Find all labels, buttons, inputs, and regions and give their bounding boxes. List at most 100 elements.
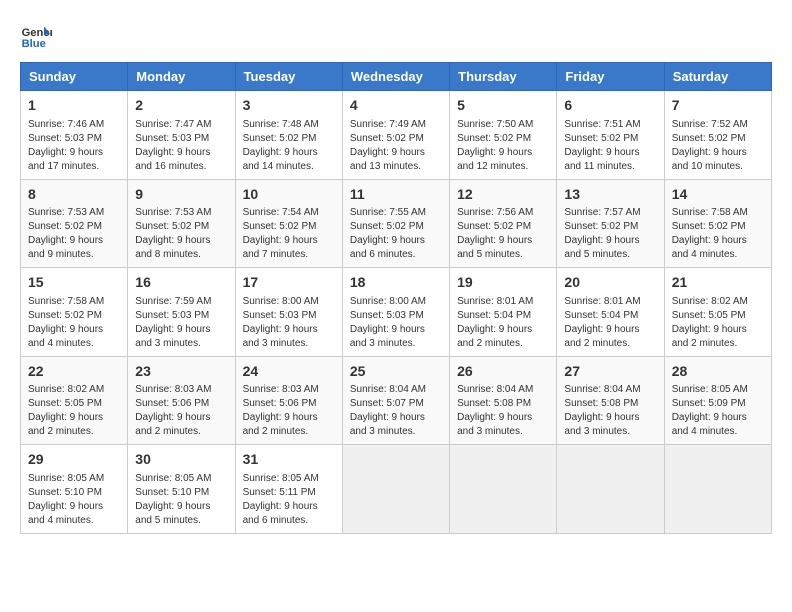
- calendar-cell: 26Sunrise: 8:04 AMSunset: 5:08 PMDayligh…: [450, 356, 557, 445]
- day-number: 16: [135, 273, 227, 293]
- calendar-table: SundayMondayTuesdayWednesdayThursdayFrid…: [20, 62, 772, 534]
- day-number: 18: [350, 273, 442, 293]
- day-info: Sunrise: 7:53 AMSunset: 5:02 PMDaylight:…: [135, 206, 227, 262]
- calendar-cell: 13Sunrise: 7:57 AMSunset: 5:02 PMDayligh…: [557, 179, 664, 268]
- day-number: 3: [243, 96, 335, 116]
- day-number: 25: [350, 362, 442, 382]
- day-info: Sunrise: 8:05 AMSunset: 5:11 PMDaylight:…: [243, 472, 335, 528]
- day-info: Sunrise: 8:00 AMSunset: 5:03 PMDaylight:…: [243, 295, 335, 351]
- day-info: Sunrise: 8:04 AMSunset: 5:08 PMDaylight:…: [564, 383, 656, 439]
- day-number: 11: [350, 185, 442, 205]
- calendar-cell: 8Sunrise: 7:53 AMSunset: 5:02 PMDaylight…: [21, 179, 128, 268]
- day-number: 1: [28, 96, 120, 116]
- day-number: 19: [457, 273, 549, 293]
- header-wednesday: Wednesday: [342, 63, 449, 91]
- day-number: 22: [28, 362, 120, 382]
- calendar-cell: 17Sunrise: 8:00 AMSunset: 5:03 PMDayligh…: [235, 268, 342, 357]
- page-header: General Blue: [20, 20, 772, 52]
- header-tuesday: Tuesday: [235, 63, 342, 91]
- day-number: 2: [135, 96, 227, 116]
- day-number: 13: [564, 185, 656, 205]
- day-number: 30: [135, 450, 227, 470]
- calendar-cell: 15Sunrise: 7:58 AMSunset: 5:02 PMDayligh…: [21, 268, 128, 357]
- calendar-cell: 1Sunrise: 7:46 AMSunset: 5:03 PMDaylight…: [21, 91, 128, 180]
- day-info: Sunrise: 8:00 AMSunset: 5:03 PMDaylight:…: [350, 295, 442, 351]
- day-info: Sunrise: 7:51 AMSunset: 5:02 PMDaylight:…: [564, 118, 656, 174]
- calendar-cell: 2Sunrise: 7:47 AMSunset: 5:03 PMDaylight…: [128, 91, 235, 180]
- calendar-cell: 5Sunrise: 7:50 AMSunset: 5:02 PMDaylight…: [450, 91, 557, 180]
- day-info: Sunrise: 7:53 AMSunset: 5:02 PMDaylight:…: [28, 206, 120, 262]
- calendar-header-row: SundayMondayTuesdayWednesdayThursdayFrid…: [21, 63, 772, 91]
- calendar-week-5: 29 Sunrise: 8:05 AMSunset: 5:10 PMDayligh…: [21, 445, 772, 534]
- day-number: 9: [135, 185, 227, 205]
- day-number: 26: [457, 362, 549, 382]
- day-number: 20: [564, 273, 656, 293]
- calendar-cell: 27Sunrise: 8:04 AMSunset: 5:08 PMDayligh…: [557, 356, 664, 445]
- day-number: 29: [28, 450, 120, 470]
- day-number: 28: [672, 362, 764, 382]
- day-number: 8: [28, 185, 120, 205]
- calendar-cell: 9Sunrise: 7:53 AMSunset: 5:02 PMDaylight…: [128, 179, 235, 268]
- day-info: Sunrise: 7:56 AMSunset: 5:02 PMDaylight:…: [457, 206, 549, 262]
- day-info: Sunrise: 7:49 AMSunset: 5:02 PMDaylight:…: [350, 118, 442, 174]
- calendar-cell: [664, 445, 771, 534]
- day-info: Sunrise: 7:50 AMSunset: 5:02 PMDaylight:…: [457, 118, 549, 174]
- day-number: 17: [243, 273, 335, 293]
- header-friday: Friday: [557, 63, 664, 91]
- day-info: Sunrise: 8:02 AMSunset: 5:05 PMDaylight:…: [672, 295, 764, 351]
- calendar-week-2: 8Sunrise: 7:53 AMSunset: 5:02 PMDaylight…: [21, 179, 772, 268]
- calendar-cell: 21Sunrise: 8:02 AMSunset: 5:05 PMDayligh…: [664, 268, 771, 357]
- calendar-cell: 25Sunrise: 8:04 AMSunset: 5:07 PMDayligh…: [342, 356, 449, 445]
- day-number: 12: [457, 185, 549, 205]
- day-number: 10: [243, 185, 335, 205]
- day-number: 5: [457, 96, 549, 116]
- svg-text:Blue: Blue: [22, 38, 46, 50]
- calendar-week-4: 22Sunrise: 8:02 AMSunset: 5:05 PMDayligh…: [21, 356, 772, 445]
- day-info: Sunrise: 8:04 AMSunset: 5:07 PMDaylight:…: [350, 383, 442, 439]
- day-info: Sunrise: 8:05 AMSunset: 5:10 PMDaylight:…: [135, 472, 227, 528]
- calendar-cell: 29Sunrise: 8:05 AMSunset: 5:10 PMDayligh…: [21, 445, 128, 534]
- day-info: Sunrise: 7:58 AMSunset: 5:02 PMDaylight:…: [672, 206, 764, 262]
- header-monday: Monday: [128, 63, 235, 91]
- calendar-cell: 10Sunrise: 7:54 AMSunset: 5:02 PMDayligh…: [235, 179, 342, 268]
- day-number: 4: [350, 96, 442, 116]
- day-info: Sunrise: 8:04 AMSunset: 5:08 PMDaylight:…: [457, 383, 549, 439]
- day-number: 14: [672, 185, 764, 205]
- calendar-cell: 30Sunrise: 8:05 AMSunset: 5:10 PMDayligh…: [128, 445, 235, 534]
- calendar-cell: 22Sunrise: 8:02 AMSunset: 5:05 PMDayligh…: [21, 356, 128, 445]
- day-number: 15: [28, 273, 120, 293]
- calendar-cell: 28Sunrise: 8:05 AMSunset: 5:09 PMDayligh…: [664, 356, 771, 445]
- logo: General Blue: [20, 20, 58, 52]
- calendar-cell: 24Sunrise: 8:03 AMSunset: 5:06 PMDayligh…: [235, 356, 342, 445]
- day-info: Sunrise: 8:05 AMSunset: 5:09 PMDaylight:…: [672, 383, 764, 439]
- calendar-cell: 7Sunrise: 7:52 AMSunset: 5:02 PMDaylight…: [664, 91, 771, 180]
- calendar-cell: 4Sunrise: 7:49 AMSunset: 5:02 PMDaylight…: [342, 91, 449, 180]
- calendar-cell: 14Sunrise: 7:58 AMSunset: 5:02 PMDayligh…: [664, 179, 771, 268]
- day-info: Sunrise: 7:46 AMSunset: 5:03 PMDaylight:…: [28, 118, 120, 174]
- calendar-week-1: 1Sunrise: 7:46 AMSunset: 5:03 PMDaylight…: [21, 91, 772, 180]
- day-info: Sunrise: 7:57 AMSunset: 5:02 PMDaylight:…: [564, 206, 656, 262]
- day-info: Sunrise: 7:55 AMSunset: 5:02 PMDaylight:…: [350, 206, 442, 262]
- day-info: Sunrise: 8:01 AMSunset: 5:04 PMDaylight:…: [457, 295, 549, 351]
- day-number: 7: [672, 96, 764, 116]
- day-info: Sunrise: 7:52 AMSunset: 5:02 PMDaylight:…: [672, 118, 764, 174]
- logo-icon: General Blue: [20, 20, 52, 52]
- day-info: Sunrise: 8:01 AMSunset: 5:04 PMDaylight:…: [564, 295, 656, 351]
- calendar-cell: [450, 445, 557, 534]
- calendar-cell: 11Sunrise: 7:55 AMSunset: 5:02 PMDayligh…: [342, 179, 449, 268]
- calendar-cell: 12Sunrise: 7:56 AMSunset: 5:02 PMDayligh…: [450, 179, 557, 268]
- day-info: Sunrise: 8:03 AMSunset: 5:06 PMDaylight:…: [135, 383, 227, 439]
- day-number: 23: [135, 362, 227, 382]
- day-number: 24: [243, 362, 335, 382]
- day-number: 6: [564, 96, 656, 116]
- header-sunday: Sunday: [21, 63, 128, 91]
- calendar-week-3: 15Sunrise: 7:58 AMSunset: 5:02 PMDayligh…: [21, 268, 772, 357]
- calendar-cell: 31Sunrise: 8:05 AMSunset: 5:11 PMDayligh…: [235, 445, 342, 534]
- calendar-cell: [557, 445, 664, 534]
- calendar-cell: [342, 445, 449, 534]
- header-thursday: Thursday: [450, 63, 557, 91]
- calendar-cell: 23Sunrise: 8:03 AMSunset: 5:06 PMDayligh…: [128, 356, 235, 445]
- day-number: 27: [564, 362, 656, 382]
- day-info: Sunrise: 7:54 AMSunset: 5:02 PMDaylight:…: [243, 206, 335, 262]
- calendar-cell: 20Sunrise: 8:01 AMSunset: 5:04 PMDayligh…: [557, 268, 664, 357]
